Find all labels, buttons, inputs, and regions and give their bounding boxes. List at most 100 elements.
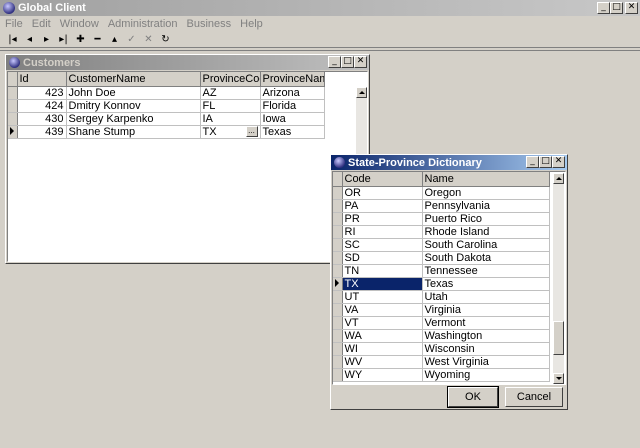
column-header-province-name[interactable]: ProvinceName (260, 72, 325, 87)
cell-customer-name[interactable]: John Doe (66, 86, 201, 100)
cell-province-name[interactable]: Arizona (260, 86, 325, 100)
ok-button[interactable]: OK (447, 386, 499, 408)
column-header-name[interactable]: Name (422, 172, 550, 187)
table-row[interactable]: 424 Dmitry Konnov FL Florida (8, 99, 325, 113)
scroll-up-button[interactable] (553, 173, 564, 184)
close-button[interactable]: ✕ (625, 2, 638, 14)
cell-name[interactable]: Wyoming (422, 368, 550, 382)
close-button[interactable]: ✕ (552, 156, 565, 168)
cell-code[interactable]: PA (342, 199, 423, 213)
scroll-up-button[interactable] (356, 87, 367, 98)
cell-code[interactable]: WY (342, 368, 423, 382)
check-icon[interactable]: ✓ (123, 32, 140, 47)
column-header-province-code[interactable]: ProvinceCode (200, 72, 261, 87)
table-row[interactable]: WI Wisconsin (333, 342, 550, 356)
minimize-button[interactable]: _ (526, 156, 539, 168)
table-row-current[interactable]: 439 Shane Stump TX... Texas (8, 125, 325, 139)
cell-name[interactable]: West Virginia (422, 355, 550, 369)
table-row[interactable]: SC South Carolina (333, 238, 550, 252)
cell-id[interactable]: 424 (17, 99, 67, 113)
cell-name[interactable]: South Carolina (422, 238, 550, 252)
cell-name[interactable]: Wisconsin (422, 342, 550, 356)
cell-name[interactable]: Oregon (422, 186, 550, 200)
table-row[interactable]: WV West Virginia (333, 355, 550, 369)
menu-file[interactable]: File (5, 18, 23, 30)
refresh-icon[interactable]: ↻ (157, 32, 174, 47)
cell-name[interactable]: Pennsylvania (422, 199, 550, 213)
first-icon[interactable]: |◂ (4, 32, 21, 47)
table-row[interactable]: VT Vermont (333, 316, 550, 330)
table-row[interactable]: TN Tennessee (333, 264, 550, 278)
table-row[interactable]: RI Rhode Island (333, 225, 550, 239)
cancel-button[interactable]: Cancel (505, 387, 563, 407)
cell-name[interactable]: Texas (422, 277, 550, 291)
column-header-customer-name[interactable]: CustomerName (66, 72, 201, 87)
menu-edit[interactable]: Edit (32, 18, 51, 30)
column-header-code[interactable]: Code (342, 172, 423, 187)
scroll-down-button[interactable] (553, 373, 564, 384)
table-row[interactable]: OR Oregon (333, 186, 550, 200)
cell-code[interactable]: RI (342, 225, 423, 239)
delete-icon[interactable]: ━ (89, 32, 106, 47)
maximize-button[interactable]: □ (539, 156, 552, 168)
cell-code[interactable]: SC (342, 238, 423, 252)
cell-name[interactable]: Vermont (422, 316, 550, 330)
cell-province-name[interactable]: Iowa (260, 112, 325, 126)
table-row[interactable]: 423 John Doe AZ Arizona (8, 86, 325, 100)
cell-province-name[interactable]: Florida (260, 99, 325, 113)
cell-code[interactable]: VA (342, 303, 423, 317)
table-row[interactable]: WA Washington (333, 329, 550, 343)
cell-name[interactable]: Tennessee (422, 264, 550, 278)
cell-code[interactable]: WA (342, 329, 423, 343)
cell-name[interactable]: South Dakota (422, 251, 550, 265)
cell-customer-name[interactable]: Shane Stump (66, 125, 201, 139)
cell-name[interactable]: Utah (422, 290, 550, 304)
next-icon[interactable]: ▸ (38, 32, 55, 47)
maximize-button[interactable]: □ (610, 2, 623, 14)
minimize-button[interactable]: _ (597, 2, 610, 14)
last-icon[interactable]: ▸| (55, 32, 72, 47)
customers-title-bar[interactable]: Customers _ □ ✕ (6, 55, 369, 70)
cell-name[interactable]: Puerto Rico (422, 212, 550, 226)
up-icon[interactable]: ▴ (106, 32, 123, 47)
table-row-selected[interactable]: TX Texas (333, 277, 550, 291)
cell-province-code[interactable]: FL (200, 99, 261, 113)
add-icon[interactable]: ✚ (72, 32, 89, 47)
cell-name[interactable]: Virginia (422, 303, 550, 317)
column-header-id[interactable]: Id (17, 72, 67, 87)
table-row[interactable]: 430 Sergey Karpenko IA Iowa (8, 112, 325, 126)
menu-administration[interactable]: Administration (108, 18, 178, 30)
cell-code-selected[interactable]: TX (342, 277, 423, 291)
prev-icon[interactable]: ◂ (21, 32, 38, 47)
dictionary-title-bar[interactable]: State-Province Dictionary _ □ ✕ (331, 155, 567, 170)
cell-name[interactable]: Washington (422, 329, 550, 343)
scroll-thumb[interactable] (553, 321, 564, 355)
cell-province-code-editing[interactable]: TX... (200, 125, 261, 139)
maximize-button[interactable]: □ (341, 56, 354, 68)
cell-province-name[interactable]: Texas (260, 125, 325, 139)
cell-code[interactable]: PR (342, 212, 423, 226)
dictionary-scrollbar[interactable] (553, 173, 564, 384)
menu-help[interactable]: Help (240, 18, 263, 30)
cell-code[interactable]: WI (342, 342, 423, 356)
menu-business[interactable]: Business (187, 18, 232, 30)
cancel-icon[interactable]: ✕ (140, 32, 157, 47)
cell-customer-name[interactable]: Sergey Karpenko (66, 112, 201, 126)
cell-name[interactable]: Rhode Island (422, 225, 550, 239)
table-row[interactable]: UT Utah (333, 290, 550, 304)
table-row[interactable]: PR Puerto Rico (333, 212, 550, 226)
cell-customer-name[interactable]: Dmitry Konnov (66, 99, 201, 113)
cell-code[interactable]: OR (342, 186, 423, 200)
close-button[interactable]: ✕ (354, 56, 367, 68)
cell-province-code[interactable]: IA (200, 112, 261, 126)
table-row[interactable]: PA Pennsylvania (333, 199, 550, 213)
cell-id[interactable]: 439 (17, 125, 67, 139)
cell-code[interactable]: UT (342, 290, 423, 304)
cell-code[interactable]: WV (342, 355, 423, 369)
cell-code[interactable]: SD (342, 251, 423, 265)
lookup-ellipsis-button[interactable]: ... (245, 125, 258, 137)
app-title-bar[interactable]: Global Client _ □ ✕ (0, 0, 640, 16)
cell-code[interactable]: VT (342, 316, 423, 330)
minimize-button[interactable]: _ (328, 56, 341, 68)
table-row[interactable]: WY Wyoming (333, 368, 550, 382)
